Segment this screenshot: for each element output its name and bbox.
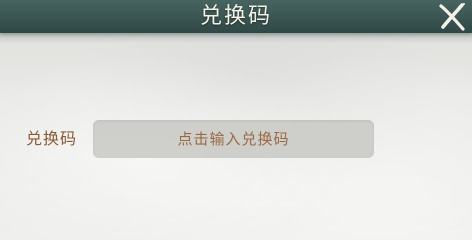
redeem-code-placeholder: 点击输入兑换码 xyxy=(177,130,290,148)
panel-title: 兑换码 xyxy=(199,4,272,29)
redeem-code-panel: 兑换码 兑换码 点击输入兑换码 xyxy=(0,0,472,240)
redeem-code-label: 兑换码 xyxy=(26,129,78,148)
header-shadow xyxy=(0,33,472,43)
panel-header: 兑换码 xyxy=(0,0,472,33)
close-button[interactable] xyxy=(436,2,468,32)
redeem-code-input[interactable]: 点击输入兑换码 xyxy=(93,120,374,158)
close-icon xyxy=(439,3,465,31)
